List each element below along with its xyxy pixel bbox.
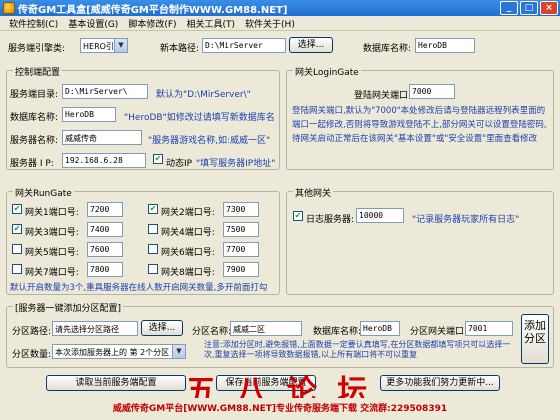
server-dir-label: 服务端目录:: [10, 90, 59, 100]
db-label: 数据库名称:: [10, 113, 59, 123]
gate-3-label: 网关3端口号:: [25, 228, 79, 238]
server-ip-label: 服务器 I P:: [10, 159, 54, 169]
dynamic-ip-label: 动态IP: [166, 159, 193, 169]
read-config-button[interactable]: 读取当前服务端配置: [46, 375, 186, 391]
menu-about[interactable]: 软件关于(H): [240, 17, 300, 30]
log-server-hint: "记录服务器玩家所有日志": [412, 215, 520, 225]
db-hint: "HeroDB"如修改过请填写新数据库名: [124, 113, 275, 123]
partition-name-input[interactable]: 威威二区: [230, 321, 302, 336]
run-gate-title: 网关RunGate: [13, 186, 74, 199]
server-name-input[interactable]: 威威传奇: [62, 130, 142, 145]
gate-2-checkbox[interactable]: ✔: [148, 204, 158, 214]
login-port-label: 登陆网关端口:: [354, 91, 412, 101]
browse-path-button[interactable]: 选择...: [289, 37, 333, 53]
menu-script-edit[interactable]: 脚本修改(F): [123, 17, 181, 30]
control-config-title: 控制端配置: [13, 65, 63, 78]
server-dir-hint: 默认为"D:\MirServer\": [156, 90, 251, 100]
more-features-button[interactable]: 更多功能我们努力更新中...: [380, 375, 500, 391]
gate-3-port-input[interactable]: 7400: [87, 222, 123, 237]
partition-title: [服务器一键添加分区配置]: [13, 301, 124, 314]
gate-2-port-input[interactable]: 7300: [223, 202, 259, 217]
partition-db-label: 数据库名称:: [313, 327, 362, 337]
login-port-input[interactable]: 7000: [409, 84, 455, 99]
engine-type-select[interactable]: HERO引擎 ▼: [80, 38, 128, 53]
status-text: 威威传奇GM平台[WWW.GM88.NET]专业传奇服务端下载 交流群:2295…: [112, 404, 448, 414]
gate-7-port-input[interactable]: 7800: [87, 262, 123, 277]
new-path-input[interactable]: D:\MirServer: [202, 38, 286, 53]
other-gate-title: 其他网关: [293, 186, 334, 199]
server-ip-input[interactable]: 192.168.6.28: [62, 153, 146, 168]
partition-browse-button[interactable]: 选择...: [141, 320, 183, 336]
top-db-name-label: 数据库名称:: [363, 44, 412, 54]
db-input[interactable]: HeroDB: [62, 107, 116, 122]
gate-8-label: 网关8端口号:: [161, 268, 215, 278]
gate-7-checkbox[interactable]: [12, 264, 22, 274]
dynamic-ip-checkbox[interactable]: ✔: [153, 154, 163, 164]
partition-count-label: 分区数量:: [12, 350, 52, 360]
menu-bar: 软件控制(C) 基本设置(G) 脚本修改(F) 相关工具(T) 软件关于(H): [0, 16, 560, 31]
gate-4-port-input[interactable]: 7500: [223, 222, 259, 237]
window-title: 传奇GM工具盒[威威传奇GM平台制作WWW.GM88.NET]: [18, 4, 288, 16]
app-icon: [3, 2, 15, 14]
menu-basic-settings[interactable]: 基本设置(G): [63, 17, 123, 30]
gate-6-label: 网关6端口号:: [161, 248, 215, 258]
server-name-label: 服务器名称:: [10, 136, 59, 146]
dynamic-ip-hint: "填写服务器IP地址": [196, 159, 276, 169]
gate-5-checkbox[interactable]: [12, 244, 22, 254]
partition-count-value: 本次添加服务器上的 第 2个分区: [55, 348, 170, 357]
login-gate-description: 登陆网关端口,默认为"7000"本处修改后请与登陆器远程列表里面的端口一起修改,…: [292, 106, 547, 144]
close-button[interactable]: ×: [540, 1, 558, 15]
status-bar: 威威传奇GM平台[WWW.GM88.NET]专业传奇服务端下载 交流群:2295…: [0, 398, 560, 420]
window-controls: _ □ ×: [500, 1, 558, 15]
minimize-button[interactable]: _: [500, 1, 518, 15]
partition-gate-port-label: 分区网关端口:: [410, 327, 468, 337]
gate-4-label: 网关4端口号:: [161, 228, 215, 238]
server-dir-input[interactable]: D:\MirServer\: [62, 84, 148, 99]
log-server-input[interactable]: 10000: [356, 208, 404, 223]
login-gate-title: 网关LoginGate: [293, 65, 361, 78]
gate-8-port-input[interactable]: 7900: [223, 262, 259, 277]
partition-dir-label: 分区路径:: [12, 327, 52, 337]
gate-7-label: 网关7端口号:: [25, 268, 79, 278]
partition-gate-port-input[interactable]: 7001: [465, 321, 513, 336]
log-server-label: 日志服务器:: [306, 215, 355, 225]
add-partition-button[interactable]: 添加分区: [521, 314, 549, 364]
log-server-checkbox[interactable]: ✔: [293, 211, 303, 221]
gate-4-checkbox[interactable]: [148, 224, 158, 234]
menu-software-control[interactable]: 软件控制(C): [4, 17, 63, 30]
gate-6-port-input[interactable]: 7700: [223, 242, 259, 257]
partition-db-input[interactable]: HeroDB: [360, 321, 400, 336]
gate-3-checkbox[interactable]: ✔: [12, 224, 22, 234]
new-path-label: 新本路径:: [160, 44, 200, 54]
gate-5-port-input[interactable]: 7600: [87, 242, 123, 257]
gate-5-label: 网关5端口号:: [25, 248, 79, 258]
gate-6-checkbox[interactable]: [148, 244, 158, 254]
partition-name-label: 分区名称:: [192, 327, 232, 337]
chevron-down-icon: ▼: [114, 39, 127, 52]
chevron-down-icon: ▼: [172, 345, 185, 358]
menu-tools[interactable]: 相关工具(T): [182, 17, 241, 30]
partition-note: 注意:添加分区时,避免报错,上面数据一定要认真填写,在分区数据都填写项只可以选择…: [204, 340, 511, 359]
partition-count-select[interactable]: 本次添加服务器上的 第 2个分区 ▼: [52, 344, 186, 359]
top-db-name-input[interactable]: HeroDB: [415, 38, 475, 53]
gate-1-label: 网关1端口号:: [25, 208, 79, 218]
run-gate-note: 默认开启数量为3个,重具服务器在线人数开启网关数量,多开前面打勾: [10, 283, 268, 293]
maximize-button[interactable]: □: [520, 1, 538, 15]
gate-8-checkbox[interactable]: [148, 264, 158, 274]
engine-type-label: 服务端引擎类:: [8, 44, 66, 54]
gate-1-checkbox[interactable]: ✔: [12, 204, 22, 214]
title-bar: 传奇GM工具盒[威威传奇GM平台制作WWW.GM88.NET] _ □ ×: [0, 0, 560, 16]
other-gate-group: 其他网关: [286, 186, 554, 295]
partition-dir-input[interactable]: 请先选择分区路径: [52, 321, 138, 336]
gate-1-port-input[interactable]: 7200: [87, 202, 123, 217]
gate-2-label: 网关2端口号:: [161, 208, 215, 218]
server-name-hint: "服务器游戏名称,如:威威一区": [148, 136, 271, 146]
